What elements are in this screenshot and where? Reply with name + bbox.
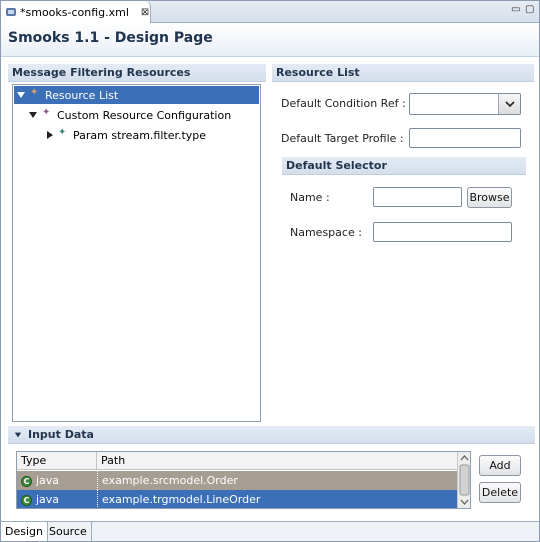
message-filtering-section-header: Message Filtering Resources [8,64,266,82]
chevron-down-icon[interactable] [498,94,520,114]
tab-design[interactable]: Design [1,522,48,541]
page-title: Smooks 1.1 - Design Page [8,30,213,46]
resource-tree[interactable]: Resource List Custom Resource Configurat… [12,84,261,422]
default-target-label: Default Target Profile : [281,132,404,145]
tree-item-label: Param stream.filter.type [73,128,207,142]
table-scrollbar[interactable] [457,452,470,508]
column-header-type[interactable]: Type [17,452,97,470]
table-row[interactable]: Cjava example.trgmodel.LineOrder [17,490,457,508]
add-button[interactable]: Add [479,455,521,476]
java-class-icon: C [21,475,32,487]
editor-tab-title: *smooks-config.xml [20,5,129,19]
selector-name-field[interactable] [373,187,462,207]
type-cell: Cjava [17,490,97,508]
editor-tab[interactable]: *smooks-config.xml ⊠ [1,1,151,23]
param-icon [58,127,68,140]
tree-item-label: Custom Resource Configuration [57,108,232,122]
section-title: Message Filtering Resources [12,66,191,79]
resource-list-section-header: Resource List [272,64,534,82]
minimize-icon[interactable]: ▭ [511,5,520,15]
page-header: Smooks 1.1 - Design Page [1,23,539,57]
resource-list-icon [30,87,40,100]
section-title: Input Data [28,428,94,441]
default-target-field[interactable] [409,128,521,148]
input-data-table[interactable]: Type Path Cjava example.srcmodel.Order C… [16,451,471,509]
row-type: java [36,474,60,487]
table-header: Type Path [17,452,457,470]
editor-tab-bar: *smooks-config.xml ⊠ ▭ ▢ [1,1,539,23]
tree-item-label: Resource List [45,88,119,102]
xml-file-icon [5,6,17,18]
close-icon[interactable]: ⊠ [141,7,149,18]
default-selector-section-header: Default Selector [282,157,526,175]
maximize-icon[interactable]: ▢ [525,5,534,15]
tree-item-param[interactable]: Param stream.filter.type [47,126,259,144]
namespace-field[interactable] [373,222,512,242]
table-row[interactable]: Cjava example.srcmodel.Order [17,471,457,490]
expand-arrow-icon[interactable] [29,112,37,118]
collapse-arrow-icon[interactable] [47,131,53,139]
tree-item-resource-list[interactable]: Resource List [14,86,259,104]
default-condition-combo[interactable] [409,93,521,115]
row-type: java [36,493,60,506]
tree-item-custom-resource-config[interactable]: Custom Resource Configuration [29,106,259,124]
input-data-section-header[interactable]: Input Data [8,426,535,444]
default-condition-label: Default Condition Ref : [281,97,406,110]
browse-button[interactable]: Browse [467,187,512,208]
column-header-path[interactable]: Path [97,452,457,470]
collapse-arrow-icon[interactable] [14,432,22,437]
path-cell: example.trgmodel.LineOrder [97,490,457,508]
editor-frame: *smooks-config.xml ⊠ ▭ ▢ Smooks 1.1 - De… [0,0,540,542]
selector-name-label: Name : [290,191,330,204]
delete-button[interactable]: Delete [479,482,521,503]
java-class-icon: C [21,494,32,506]
path-cell: example.srcmodel.Order [97,471,457,490]
section-title: Default Selector [286,159,387,172]
tab-source[interactable]: Source [45,522,92,541]
section-title: Resource List [276,66,360,79]
type-cell: Cjava [17,471,97,490]
expand-arrow-icon[interactable] [17,92,25,98]
bottom-tab-bar: Design Source [1,521,539,541]
namespace-label: Namespace : [290,226,362,239]
config-icon [42,107,52,120]
